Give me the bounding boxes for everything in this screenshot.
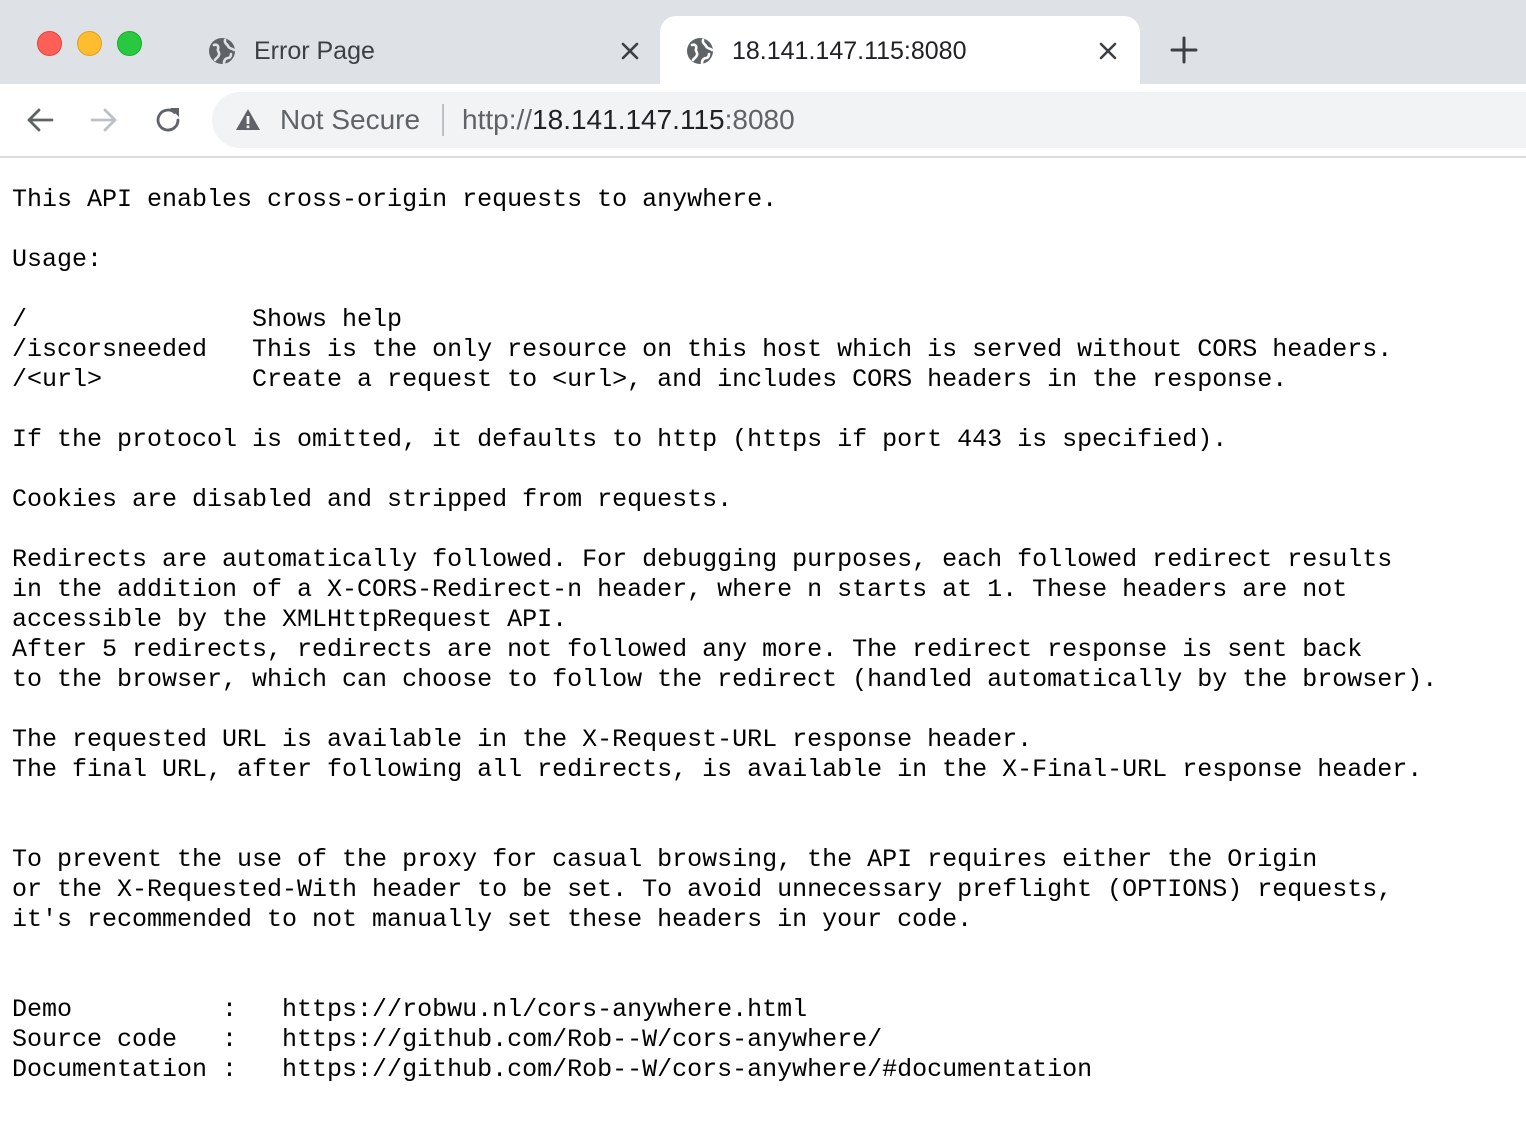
tab-current[interactable]: 18.141.147.115:8080 — [660, 16, 1140, 84]
url-text[interactable]: http://18.141.147.115:8080 — [462, 104, 795, 136]
minimize-window-button[interactable] — [77, 31, 102, 56]
globe-icon — [209, 38, 236, 65]
reload-icon[interactable] — [152, 104, 184, 136]
close-tab-icon[interactable] — [1095, 38, 1121, 64]
browser-toolbar: Not Secure http://18.141.147.115:8080 — [0, 84, 1526, 158]
tab-title: Error Page — [254, 37, 375, 65]
tab-error-page[interactable]: Error Page — [190, 16, 660, 84]
url-port: :8080 — [724, 104, 795, 135]
warning-triangle-icon[interactable] — [234, 106, 262, 134]
security-status-label[interactable]: Not Secure — [280, 104, 420, 136]
forward-arrow-icon[interactable] — [88, 104, 120, 136]
page-body-text: This API enables cross-origin requests t… — [12, 185, 1438, 1084]
url-host: 18.141.147.115 — [532, 104, 725, 135]
new-tab-icon[interactable] — [1168, 34, 1200, 66]
tab-strip: Error Page 18.141.147.115:8080 — [0, 0, 1526, 84]
zoom-window-button[interactable] — [117, 31, 142, 56]
url-scheme: http:// — [462, 104, 533, 135]
globe-icon — [687, 38, 714, 65]
tab-title: 18.141.147.115:8080 — [732, 37, 967, 65]
close-window-button[interactable] — [37, 31, 62, 56]
close-tab-icon[interactable] — [617, 38, 643, 64]
back-arrow-icon[interactable] — [24, 104, 56, 136]
address-bar[interactable]: Not Secure http://18.141.147.115:8080 — [212, 92, 1526, 148]
omnibox-divider — [442, 104, 444, 136]
